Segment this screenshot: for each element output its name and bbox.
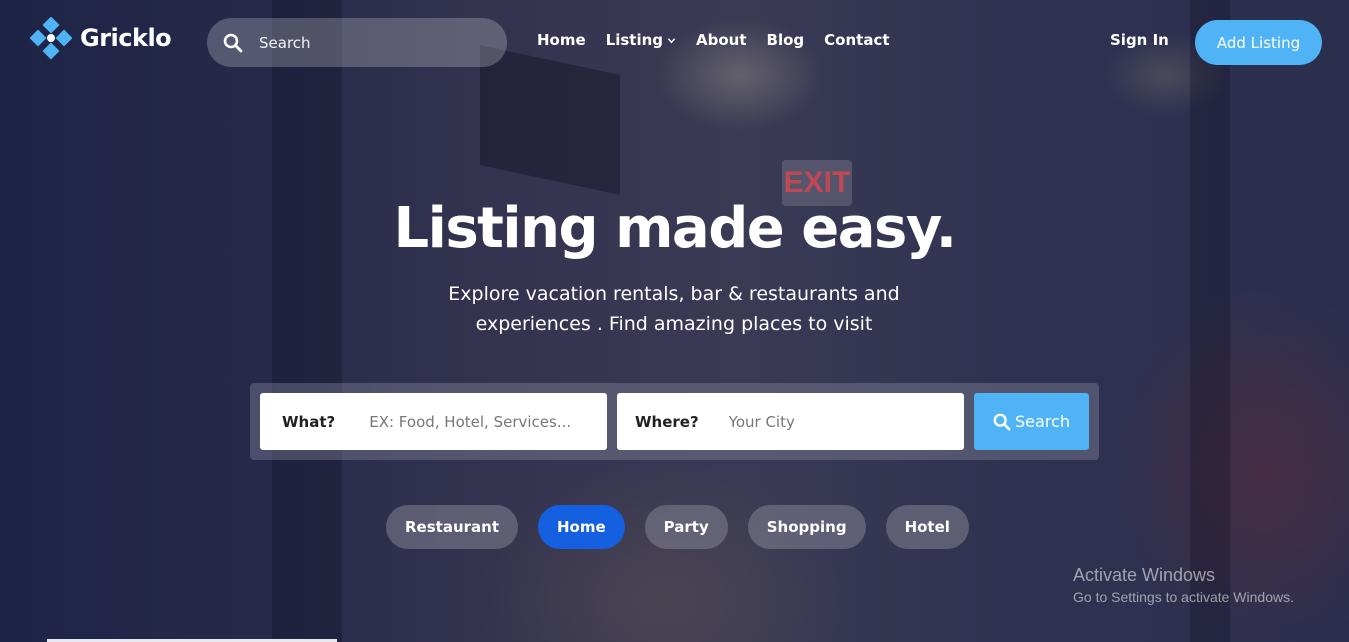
listing-search-form: What? Where? Search [250,383,1099,460]
nav-contact[interactable]: Contact [824,31,889,49]
hero-subtitle: Explore vacation rentals, bar & restaura… [448,283,900,335]
category-shopping[interactable]: Shopping [747,505,866,549]
background-pillar [272,0,342,642]
category-restaurant[interactable]: Restaurant [386,505,518,549]
main-nav: Home Listing About Blog Contact [537,31,890,49]
nav-listing-label: Listing [605,31,664,49]
hero-headline: Listing made easy. [393,196,957,261]
logo[interactable]: Gricklo [30,17,172,59]
category-hotel[interactable]: Hotel [885,505,969,549]
nav-home[interactable]: Home [537,31,586,49]
background-pillar [1190,0,1230,642]
category-party[interactable]: Party [644,505,728,549]
header-search-input[interactable] [257,32,481,53]
category-chips: Restaurant Home Party Shopping Hotel [386,505,969,549]
what-label: What? [282,412,336,431]
search-icon [993,413,1011,430]
where-input[interactable] [726,411,951,432]
where-field[interactable]: Where? [617,393,964,450]
watermark-title: Activate Windows [1073,565,1216,585]
nav-contact-label: Contact [824,31,890,49]
nav-home-label: Home [537,31,586,49]
search-button[interactable]: Search [974,393,1089,450]
watermark-subtitle: Go to Settings to activate Windows. [1073,589,1294,605]
nav-about[interactable]: About [696,31,747,49]
search-button-label: Search [1015,412,1070,431]
logo-text: Gricklo [80,24,172,52]
nav-listing[interactable]: Listing [606,31,676,49]
background-screen [480,45,620,195]
nav-blog[interactable]: Blog [767,31,805,49]
chevron-down-icon [667,37,676,43]
what-field[interactable]: What? [260,393,607,450]
activate-windows-watermark: Activate Windows Go to Settings to activ… [1073,565,1294,605]
what-input[interactable] [367,411,577,432]
header-search[interactable] [207,18,507,67]
search-icon [223,33,243,52]
nav-about-label: About [696,31,747,49]
nav-blog-label: Blog [766,31,805,49]
add-listing-button[interactable]: Add Listing [1195,20,1322,65]
logo-diamond-icon [30,17,72,59]
where-label: Where? [635,412,699,431]
sign-in-link[interactable]: Sign In [1110,31,1169,49]
category-home[interactable]: Home [538,505,625,549]
